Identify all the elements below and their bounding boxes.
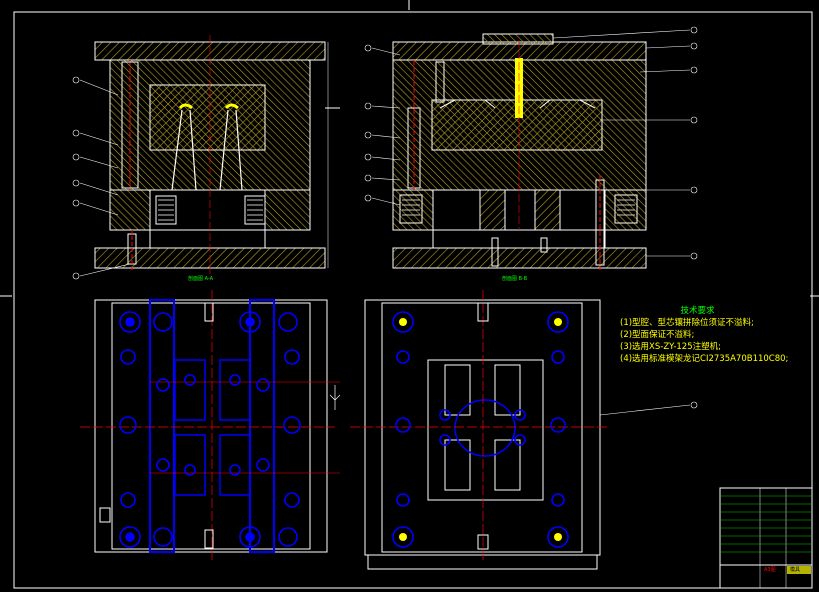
- requirement-item: (3)选用XS-ZY-125注塑机;: [620, 342, 721, 352]
- requirement-item: (4)选用标准模架龙记CI2735A70B110C80;: [620, 354, 789, 364]
- section-caption-right: 剖面图 B-B: [502, 276, 528, 282]
- requirement-item: (2)型面保证不溢料;: [620, 330, 695, 340]
- plan-view-left: [80, 290, 341, 560]
- section-view-right: [364, 26, 698, 270]
- title-block: [719, 487, 813, 589]
- technical-requirements-title: 技术要求: [680, 306, 715, 316]
- mold-assembly-drawing: [0, 0, 819, 589]
- section-view-left: [72, 35, 340, 280]
- technical-requirements: 技术要求 (1)型腔、型芯镶拼除位须证不溢料; (2)型面保证不溢料; (3)选…: [620, 305, 815, 365]
- section-caption-left: 剖面图 A-A: [188, 276, 214, 282]
- title-block-mark: 模具: [790, 567, 801, 573]
- title-block-code: A3图: [764, 567, 776, 573]
- requirement-item: (1)型腔、型芯镶拼除位须证不溢料;: [620, 318, 754, 328]
